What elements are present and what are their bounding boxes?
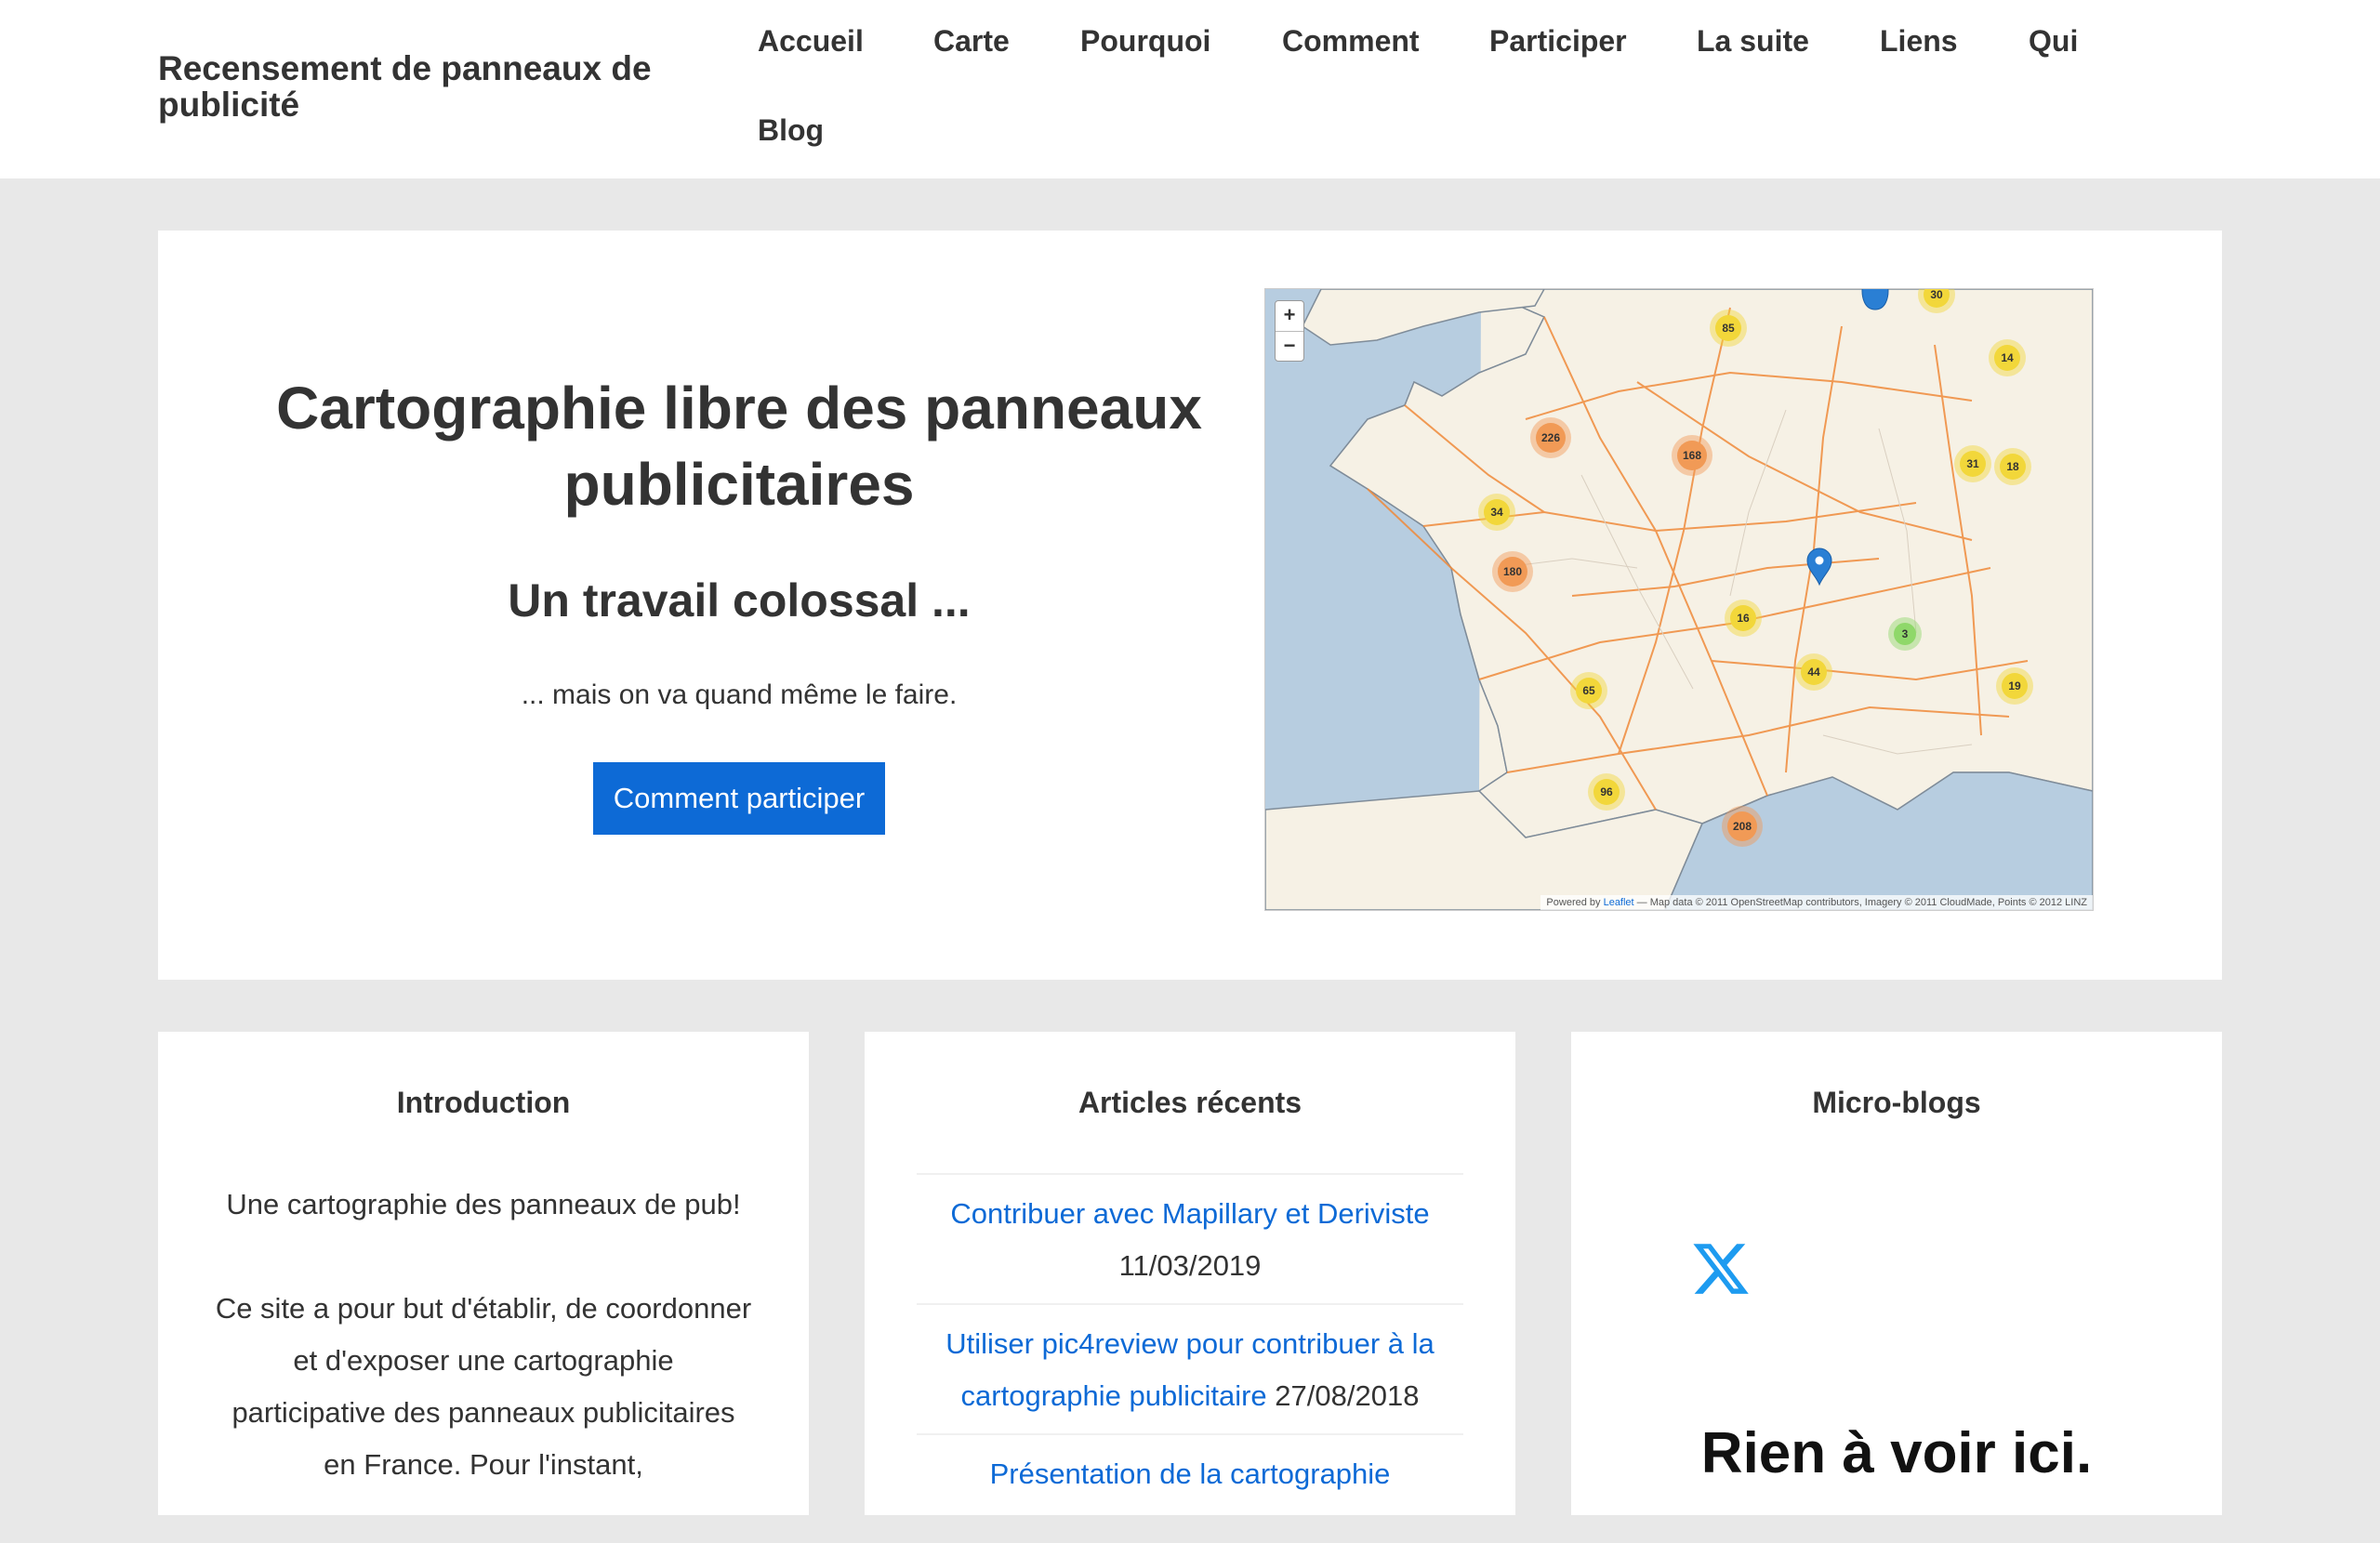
- map-cluster-count: 14: [2001, 351, 2014, 364]
- nav-accueil[interactable]: Accueil: [758, 24, 864, 59]
- list-item: Présentation de la cartographie: [917, 1433, 1463, 1511]
- map-cluster-marker[interactable]: 18: [1994, 448, 2031, 485]
- map-attribution-leaflet-link[interactable]: Leaflet: [1604, 897, 1634, 908]
- map-attribution-text: — Map data © 2011 OpenStreetMap contribu…: [1633, 897, 2087, 908]
- micro-blogs-title: Micro-blogs: [1812, 1086, 1981, 1119]
- map-cluster-count: 18: [2006, 460, 2019, 473]
- introduction-lead: Une cartographie des panneaux de pub!: [226, 1188, 741, 1220]
- article-date: 27/08/2018: [1275, 1379, 1420, 1412]
- hero-text: ... mais on va quand même le faire.: [521, 679, 958, 710]
- recent-articles-list: Contribuer avec Mapillary et Deriviste 1…: [917, 1173, 1463, 1511]
- map-cluster-count: 3: [1902, 627, 1909, 640]
- nav-carte[interactable]: Carte: [933, 24, 1010, 59]
- article-link[interactable]: Présentation de la cartographie: [990, 1457, 1391, 1490]
- map-cluster-marker[interactable]: 34: [1478, 494, 1515, 531]
- map-cluster-count: 16: [1737, 612, 1750, 625]
- map-cluster-count: 96: [1600, 785, 1613, 798]
- map-cluster-marker[interactable]: 14: [1989, 339, 2026, 376]
- map-cluster-marker[interactable]: 208: [1722, 806, 1763, 847]
- map-cluster-count: 30: [1930, 289, 1943, 301]
- map-zoom-out-button[interactable]: −: [1276, 331, 1303, 362]
- map-cluster-marker[interactable]: 44: [1795, 653, 1832, 691]
- map-land-west: [1329, 289, 2093, 838]
- nav-la-suite[interactable]: La suite: [1697, 24, 1809, 59]
- map-cluster-count: 19: [2008, 679, 2021, 692]
- map-zoom-in-button[interactable]: +: [1276, 301, 1303, 331]
- map-cluster-count: 44: [1807, 666, 1820, 679]
- map-cluster-marker[interactable]: 3: [1888, 617, 1922, 651]
- recent-articles-widget: Articles récents Contribuer avec Mapilla…: [865, 1032, 1515, 1515]
- map-cluster-count: 65: [1582, 684, 1595, 697]
- nav-qui[interactable]: Qui: [2029, 24, 2078, 59]
- map-cluster-count: 34: [1490, 506, 1503, 519]
- list-item: Contribuer avec Mapillary et Deriviste 1…: [917, 1173, 1463, 1303]
- map-cluster-count: 208: [1733, 820, 1752, 833]
- introduction-widget: Introduction Une cartographie des pannea…: [158, 1032, 809, 1515]
- map-cluster-count: 31: [1966, 457, 1979, 470]
- map-cluster-count: 180: [1503, 565, 1522, 578]
- list-item: Utiliser pic4review pour contribuer à la…: [917, 1303, 1463, 1433]
- site-title[interactable]: Recensement de panneaux de publicité: [158, 50, 679, 123]
- micro-blogs-empty-message: Rien à voir ici.: [1700, 1421, 2093, 1485]
- micro-blogs-widget: Micro-blogs Rien à voir ici.: [1571, 1032, 2222, 1515]
- introduction-title: Introduction: [396, 1086, 571, 1119]
- map-cluster-count: 226: [1541, 431, 1560, 444]
- map-cluster-count: 85: [1722, 322, 1735, 335]
- hero-subtitle: Un travail colossal ...: [508, 574, 971, 626]
- nav-pourquoi[interactable]: Pourquoi: [1080, 24, 1210, 59]
- introduction-body: Une cartographie des panneaux de pub! Ce…: [214, 1179, 753, 1543]
- map-cluster-marker[interactable]: 65: [1570, 672, 1607, 709]
- map-cluster-marker[interactable]: 226: [1530, 417, 1571, 458]
- map-image[interactable]: 85 30 14 226 168 31 18 34 180 16 3 44 19 65 96 208 + − …: [1264, 288, 2094, 911]
- hero-section: Cartographie libre des panneaux publicit…: [158, 231, 2222, 980]
- map-canvas: 85 30 14 226 168 31 18 34 180 16 3 44 19 65 96 208: [1265, 289, 2093, 910]
- recent-articles-title: Articles récents: [1078, 1086, 1302, 1119]
- nav-participer[interactable]: Participer: [1489, 24, 1627, 59]
- map-cluster-count: 168: [1683, 449, 1701, 462]
- introduction-paragraph: Ce site a pour but d'établir, de coordon…: [215, 1292, 752, 1481]
- map-cluster-marker[interactable]: 85: [1710, 310, 1747, 347]
- nav-comment[interactable]: Comment: [1282, 24, 1420, 59]
- site-header: Recensement de panneaux de publicité Acc…: [0, 0, 2380, 178]
- hero-content: Cartographie libre des panneaux publicit…: [270, 370, 1209, 835]
- map-cluster-marker[interactable]: 31: [1954, 445, 1991, 482]
- article-date: 11/03/2019: [1118, 1249, 1262, 1282]
- map-attribution-prefix: Powered by: [1546, 897, 1601, 908]
- nav-liens[interactable]: Liens: [1880, 24, 1958, 59]
- hero-title: Cartographie libre des panneaux publicit…: [276, 375, 1202, 518]
- map-cluster-marker[interactable]: 19: [1996, 667, 2033, 705]
- map-cluster-marker[interactable]: 96: [1588, 773, 1625, 811]
- map-cluster-marker[interactable]: 168: [1672, 435, 1712, 476]
- nav-blog[interactable]: Blog: [758, 113, 824, 148]
- map-attribution: Powered by Leaflet — Map data © 2011 Ope…: [1540, 895, 2093, 910]
- article-link[interactable]: Contribuer avec Mapillary et Deriviste: [950, 1197, 1429, 1230]
- map-zoom-control: + −: [1275, 300, 1304, 362]
- map-cluster-marker[interactable]: 180: [1492, 551, 1533, 592]
- participate-button[interactable]: Comment participer: [592, 762, 886, 835]
- x-logo-icon[interactable]: [1690, 1238, 1752, 1299]
- map-cluster-marker[interactable]: 16: [1725, 600, 1762, 637]
